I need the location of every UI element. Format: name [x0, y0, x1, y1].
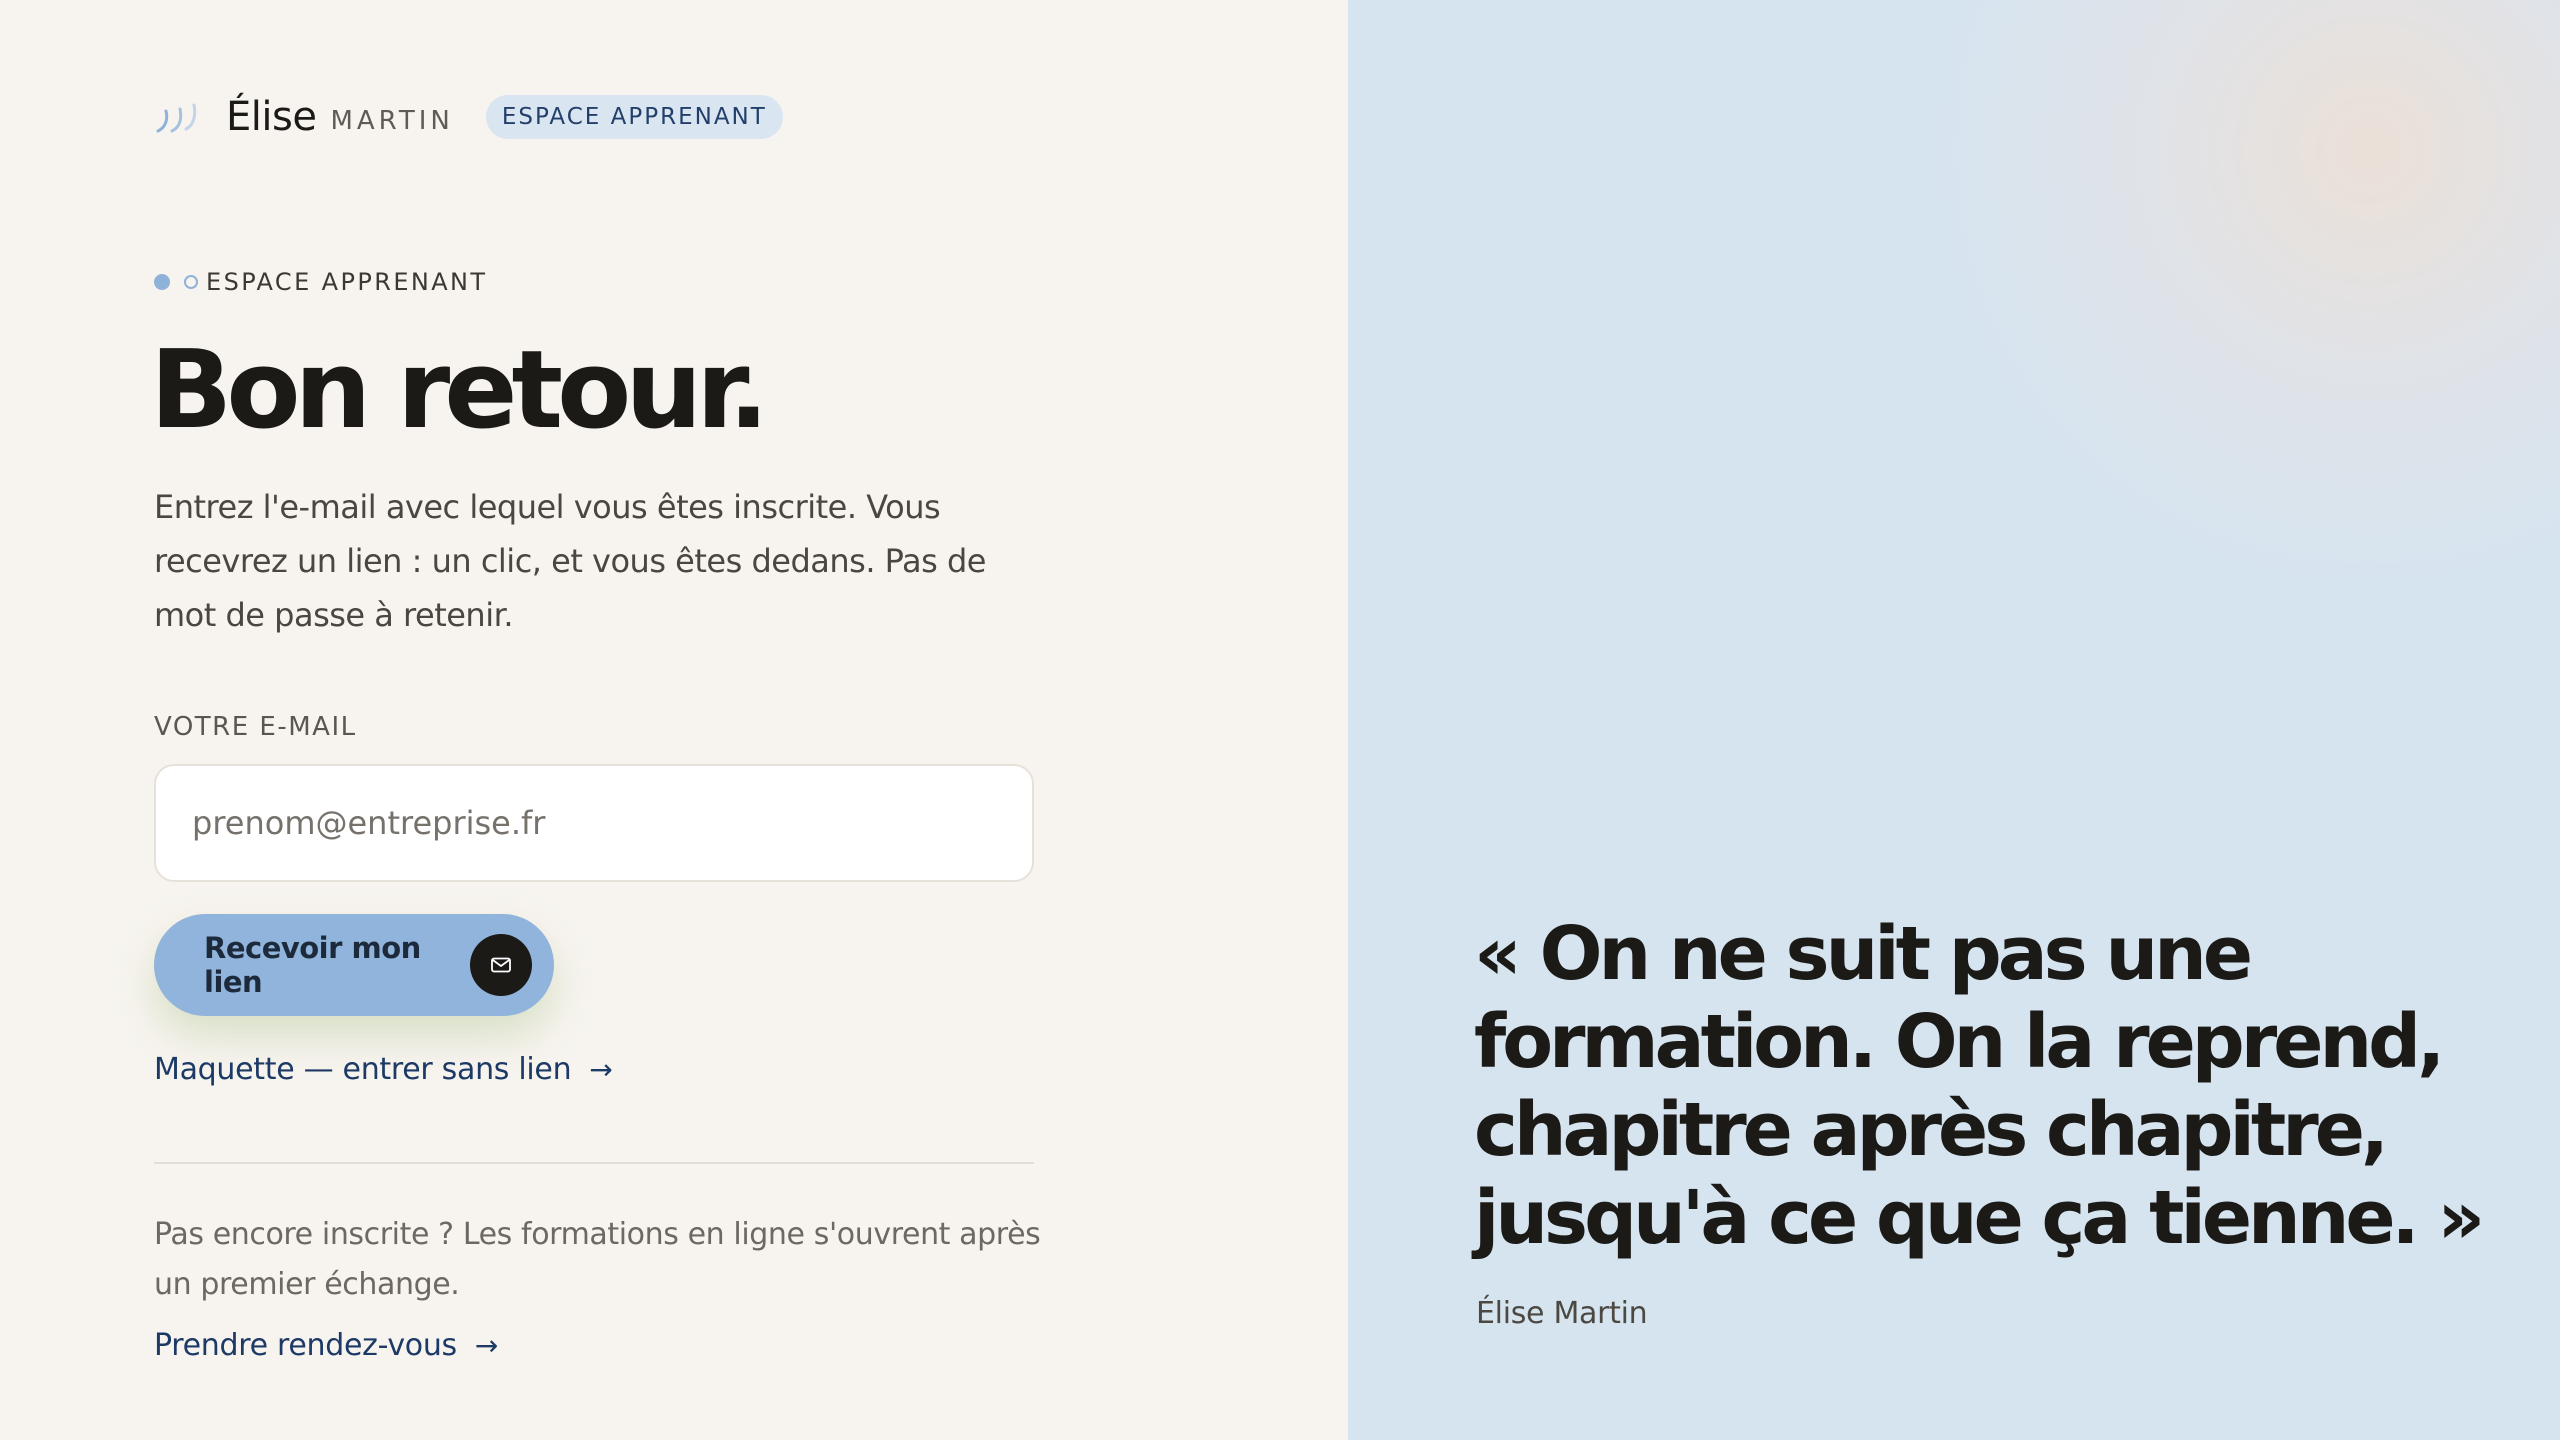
demo-entry-label: Maquette — entrer sans lien: [154, 1052, 572, 1087]
arrow-right-icon: →: [589, 1053, 613, 1086]
send-link-label: Recevoir mon lien: [204, 931, 421, 999]
quote-author: Élise Martin: [1476, 1296, 1648, 1331]
email-field[interactable]: [154, 764, 1034, 882]
testimonial-quote: « On ne suit pas une formation. On la re…: [1474, 911, 2485, 1261]
arrow-right-icon: →: [474, 1329, 499, 1362]
brand-last-name: MARTIN: [330, 106, 454, 136]
area-badge: ESPACE APPRENANT: [485, 95, 783, 139]
demo-entry-link[interactable]: Maquette — entrer sans lien →: [154, 1052, 613, 1087]
eyebrow-label: ESPACE APPRENANT: [206, 268, 488, 296]
appointment-label: Prendre rendez-vous: [154, 1328, 457, 1363]
brand-first-name: Élise: [226, 94, 317, 140]
login-panel: Élise MARTIN ESPACE APPRENANT ESPACE APP…: [0, 0, 1348, 1440]
intro-text: Entrez l'e-mail avec lequel vous êtes in…: [154, 488, 986, 634]
filled-dot-icon: [154, 274, 170, 290]
appointment-link[interactable]: Prendre rendez-vous →: [154, 1328, 498, 1363]
decorative-glow: [1920, 0, 2560, 600]
mail-icon: [470, 934, 532, 996]
send-link-button[interactable]: Recevoir mon lien: [154, 914, 554, 1016]
brand-header: Élise MARTIN ESPACE APPRENANT: [154, 90, 783, 144]
signup-note: Pas encore inscrite ? Les formations en …: [154, 1217, 1041, 1302]
section-eyebrow: ESPACE APPRENANT: [154, 268, 487, 296]
page-title: Bon retour.: [150, 328, 769, 453]
email-label: VOTRE E-MAIL: [154, 712, 357, 742]
divider: [154, 1162, 1034, 1164]
outline-dot-icon: [184, 275, 198, 289]
waves-logo-icon: [156, 103, 197, 133]
